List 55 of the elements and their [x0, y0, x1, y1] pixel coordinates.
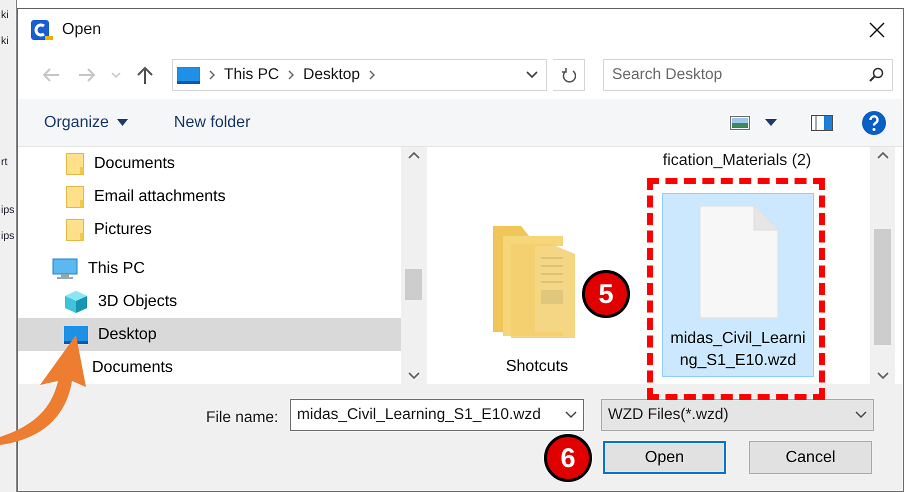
desktop-icon [177, 66, 200, 84]
folder-icon [66, 152, 84, 174]
nav-item[interactable]: Documents [18, 147, 401, 180]
nav-item[interactable]: Email attachments [18, 180, 401, 213]
text-fragment: rt [0, 155, 8, 170]
organize-button[interactable]: Organize [44, 106, 128, 138]
caret-icon [116, 119, 128, 126]
new-folder-button[interactable]: New folder [174, 106, 250, 138]
folder-icon [66, 186, 84, 208]
refresh-icon [562, 67, 576, 83]
dropdown-icon[interactable] [526, 71, 538, 79]
open-button[interactable]: Open [603, 441, 726, 474]
file-name[interactable]: fication_Materials (2) [662, 151, 812, 171]
up-arrow-icon [136, 65, 154, 85]
scrollbar-thumb[interactable] [405, 269, 422, 300]
file-name-field[interactable]: midas_Civil_Learning_S1_E10.wzd [290, 399, 584, 431]
text-fragment: ips [0, 229, 16, 244]
file-type-dropdown[interactable]: WZD Files(*.wzd) [601, 399, 874, 431]
text-fragment: ips [0, 203, 16, 218]
nav-item[interactable]: This PC [18, 252, 401, 285]
computer-icon [52, 258, 78, 280]
refresh-button[interactable] [553, 59, 585, 91]
cube-icon [64, 290, 88, 314]
cancel-button[interactable]: Cancel [749, 441, 872, 474]
text-fragment: ki [0, 8, 10, 23]
forward-arrow-icon [77, 67, 97, 83]
chevron-icon [208, 70, 216, 80]
chevron-icon[interactable] [368, 70, 376, 80]
breadcrumb-link[interactable]: Desktop [303, 63, 360, 87]
chevron-down-icon [110, 71, 122, 79]
search-icon [868, 67, 884, 83]
nav-item[interactable]: Pictures [18, 213, 401, 246]
file-item[interactable]: midas_Civil_Learning_S1_E10.wzd [662, 193, 814, 377]
scroll-down-icon[interactable] [876, 372, 888, 380]
dropdown-icon [565, 411, 577, 419]
scroll-up-icon[interactable] [876, 151, 888, 159]
chevron-icon [287, 70, 296, 80]
close-icon [868, 21, 886, 39]
search-field[interactable]: Search Desktop [603, 59, 893, 91]
back-arrow-icon [41, 67, 61, 83]
breadcrumb-link[interactable]: This PC [224, 63, 280, 87]
app-logo-icon [30, 18, 54, 42]
address-bar[interactable]: This PC Desktop [172, 59, 547, 91]
window-title: Open [62, 20, 102, 40]
scrollbar-thumb[interactable] [874, 229, 891, 345]
caret-icon [765, 119, 777, 126]
scroll-up-icon[interactable] [408, 151, 420, 159]
file-name-label: File name: [206, 408, 278, 428]
scroll-down-icon[interactable] [408, 372, 420, 380]
text-fragment: ki [0, 34, 10, 49]
dropdown-icon [855, 411, 867, 419]
nav-item[interactable]: 3D Objects [18, 285, 401, 318]
folder-icon [66, 218, 84, 240]
desktop-icon [64, 326, 88, 344]
nav-item[interactable]: Desktop [18, 318, 401, 351]
